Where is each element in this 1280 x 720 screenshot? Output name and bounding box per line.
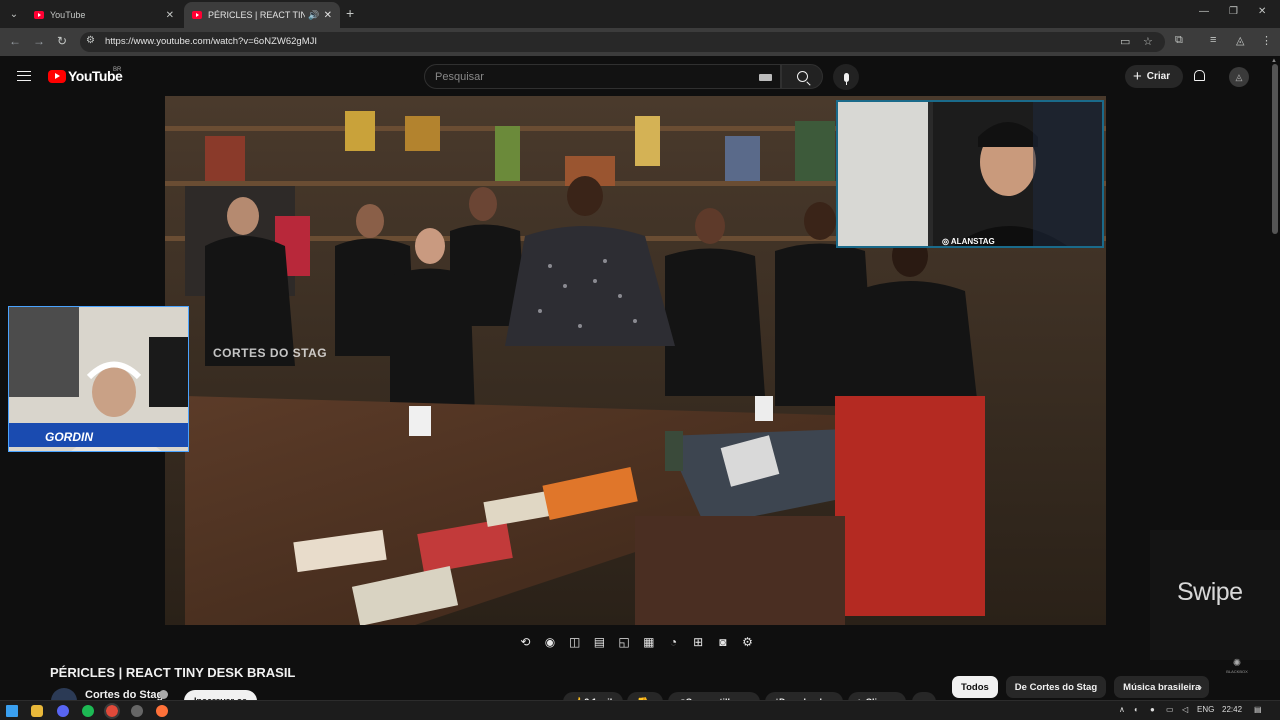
voice-search-button[interactable] [833, 64, 859, 90]
browser-toolbar: ← → ↻ ⚙ https://www.youtube.com/watch?v=… [0, 28, 1280, 56]
tray-network-icon[interactable]: ◐ [1134, 705, 1139, 714]
new-tab-button[interactable]: + [346, 5, 354, 21]
file-explorer-icon[interactable] [31, 705, 43, 717]
streamer-handle-text: ALANSTAG [950, 237, 995, 246]
microphone-icon [843, 72, 849, 85]
tab-title: YouTube [50, 10, 86, 20]
reactor-cam-scene [9, 307, 188, 451]
search-placeholder: Pesquisar [435, 71, 484, 83]
theater-icon[interactable]: ▦ [641, 635, 656, 649]
firefox-icon[interactable] [156, 705, 168, 717]
settings-gear-icon[interactable]: ⚙ [740, 635, 755, 649]
clapperboard-icon[interactable]: ▤ [592, 635, 607, 649]
tray-display-icon[interactable]: ▭ [1166, 705, 1174, 714]
swipe-label: Swipe [1177, 578, 1243, 606]
browser-menu-icon[interactable]: ⋮ [1261, 34, 1272, 47]
tray-chevron-icon[interactable]: ∧ [1119, 705, 1125, 714]
tray-volume-icon[interactable]: ◁ [1182, 705, 1188, 714]
site-info-icon[interactable]: ⚙ [86, 35, 95, 46]
eye-icon[interactable]: ◫ [567, 635, 582, 649]
video-player[interactable]: CORTES DO STAG ◎ ALANSTAG [165, 96, 1106, 625]
audio-wave-icon[interactable]: ◉ [543, 635, 558, 649]
blackbox-sticker: ✺ BLACKBOX [1222, 658, 1252, 680]
reading-list-icon[interactable]: ≡ [1210, 34, 1216, 46]
notifications-bell-icon[interactable] [1194, 70, 1205, 81]
windows-start-icon[interactable] [6, 705, 18, 717]
tab-title: PÉRICLES | REACT TINY DESK BRASIL [208, 10, 306, 20]
address-bar[interactable]: ⚙ https://www.youtube.com/watch?v=6oNZW6… [80, 32, 1165, 52]
blackbox-text: BLACKBOX [1226, 669, 1248, 674]
instagram-icon: ◎ [942, 237, 951, 246]
youtube-favicon-icon [192, 11, 202, 19]
video-title: PÉRICLES | REACT TINY DESK BRASIL [50, 665, 296, 680]
search-icon [796, 71, 808, 82]
screenshot-camera-icon[interactable]: ◙ [715, 635, 730, 649]
restore-icon[interactable]: ❐ [1229, 6, 1238, 17]
youtube-favicon-icon [34, 11, 44, 19]
chip-todos[interactable]: Todos [952, 676, 998, 698]
windows-taskbar: ∧ ◐ ● ▭ ◁ ENG 22:42 ▤ [0, 700, 1280, 720]
reload-icon[interactable]: ↻ [57, 34, 67, 48]
loop-icon[interactable]: ⟲ [518, 635, 533, 649]
player-extension-controls: ⟲ ◉ ◫ ▤ ◱ ▦ ◔ ⊞ ◙ ⚙ [513, 630, 760, 654]
youtube-logo-icon[interactable] [48, 70, 66, 83]
reactor-name: GORDIN [45, 430, 93, 444]
discord-icon[interactable] [57, 705, 69, 717]
recommendation-chips: Todos De Cortes do Stag Música brasileir… [952, 676, 1210, 698]
account-avatar[interactable]: ◬ [1229, 67, 1249, 87]
clock[interactable]: 22:42 [1222, 705, 1242, 714]
browser-tab-video[interactable]: PÉRICLES | REACT TINY DESK BRASIL 🔊 ✕ [184, 2, 340, 28]
chrome-icon[interactable] [104, 703, 120, 719]
bookmark-star-icon[interactable]: ☆ [1143, 35, 1153, 48]
youtube-header: YouTube BR Pesquisar + Criar ◬ [0, 56, 1280, 96]
plus-icon: + [1133, 68, 1142, 85]
profile-icon[interactable]: ◬ [1236, 34, 1244, 47]
obs-icon[interactable] [131, 705, 143, 717]
add-frame-icon[interactable]: ⊞ [691, 635, 706, 649]
channel-watermark: CORTES DO STAG [213, 346, 328, 360]
forward-icon[interactable]: → [33, 34, 45, 48]
keyboard-icon[interactable] [759, 74, 772, 81]
resize-icon[interactable]: ◱ [617, 635, 632, 649]
chevron-right-icon[interactable]: › [1198, 680, 1202, 694]
tab-close-icon[interactable]: ✕ [166, 10, 174, 21]
chip-channel[interactable]: De Cortes do Stag [1005, 676, 1107, 698]
streamer-handle: ◎ ALANSTAG [942, 237, 995, 246]
streamer-cam-right: ◎ ALANSTAG [836, 100, 1104, 248]
search-button[interactable] [781, 64, 823, 89]
page-scrollbar[interactable] [1272, 64, 1278, 234]
blackbox-icon: ✺ [1232, 658, 1242, 669]
browser-tab-youtube[interactable]: YouTube ✕ [26, 2, 182, 28]
minimize-icon[interactable]: — [1199, 6, 1209, 17]
tray-microphone-icon[interactable]: ● [1150, 705, 1155, 714]
verified-check-icon [159, 690, 168, 699]
speaker-icon[interactable]: 🔊 [308, 10, 319, 21]
notification-center-icon[interactable]: ▤ [1254, 705, 1262, 714]
url-text[interactable]: https://www.youtube.com/watch?v=6oNZW62g… [105, 36, 317, 47]
back-icon[interactable]: ← [9, 34, 21, 48]
extensions-icon[interactable]: ⧉ [1175, 34, 1183, 47]
speed-gauge-icon[interactable]: ◔ [666, 635, 681, 649]
browser-tabstrip: ⌄ YouTube ✕ PÉRICLES | REACT TINY DESK B… [0, 0, 1280, 28]
tab-search-icon[interactable]: ⌄ [4, 4, 24, 24]
create-button[interactable]: + Criar [1125, 65, 1183, 88]
country-code: BR [113, 67, 122, 73]
tab-close-icon[interactable]: ✕ [324, 10, 332, 21]
search-input[interactable]: Pesquisar [424, 64, 781, 89]
language-indicator[interactable]: ENG [1197, 705, 1214, 714]
reactor-cam-left [8, 306, 189, 452]
spotify-icon[interactable] [82, 705, 94, 717]
streamer-cam-right-scene [838, 102, 1102, 246]
menu-icon[interactable] [17, 71, 31, 81]
cast-icon[interactable]: ▭ [1120, 35, 1130, 48]
create-label: Criar [1146, 71, 1171, 82]
window-close-icon[interactable]: ✕ [1258, 6, 1266, 17]
chip-brazilian-music[interactable]: Música brasileira [1114, 676, 1210, 698]
